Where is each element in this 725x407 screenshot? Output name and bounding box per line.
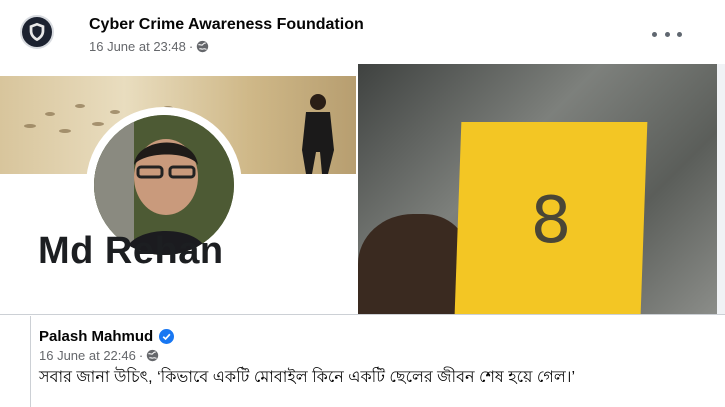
globe-icon [197,40,209,53]
facebook-post: Cyber Crime Awareness Foundation 16 June… [0,0,725,407]
photo-edge [717,64,725,314]
profile-screenshot-photo[interactable]: Md Rehan [0,64,356,314]
shared-meta: 16 June at 22:46 · [39,348,159,363]
page-name[interactable]: Cyber Crime Awareness Foundation [89,16,364,34]
divider [0,314,725,315]
phone-box-photo[interactable]: 8 [358,64,717,314]
page-avatar[interactable] [20,15,54,49]
more-options-icon[interactable] [652,24,682,44]
shared-author[interactable]: Palash Mahmud [39,328,175,345]
shared-separator: · [138,348,144,363]
verified-badge-icon [159,329,175,344]
standing-man-graphic [302,94,334,174]
post-meta: 16 June at 23:48 · [89,39,209,54]
shared-author-name[interactable]: Palash Mahmud [39,328,153,345]
profile-name-text: Md Rehan [38,230,224,272]
meta-separator: · [188,39,194,54]
hand-graphic [358,214,468,314]
post-header: Cyber Crime Awareness Foundation 16 June… [0,0,725,62]
shared-post-text: সবার জানা উচিৎ, ‘কিভাবে একটি মোবাইল কিনে… [39,369,576,386]
shared-timestamp[interactable]: 16 June at 22:46 [39,348,136,363]
phone-box-number: 8 [530,184,572,258]
globe-icon [147,349,159,362]
photo-grid: Md Rehan 8 [0,64,725,314]
shield-logo-icon [29,22,45,42]
post-timestamp[interactable]: 16 June at 23:48 [89,39,186,54]
